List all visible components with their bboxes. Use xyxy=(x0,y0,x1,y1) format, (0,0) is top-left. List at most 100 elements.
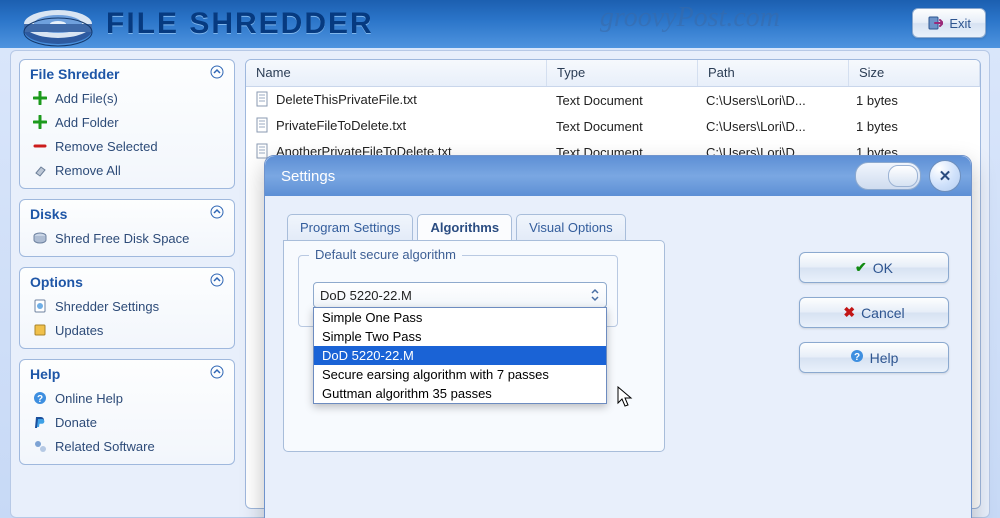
algorithm-combobox[interactable]: DoD 5220-22.M xyxy=(313,282,607,308)
exit-label: Exit xyxy=(949,16,971,31)
col-size[interactable]: Size xyxy=(849,60,980,86)
chevron-up-icon xyxy=(210,273,224,290)
sidebar-item-remove-selected[interactable]: Remove Selected xyxy=(26,134,228,158)
tab-algorithms[interactable]: Algorithms xyxy=(417,214,512,240)
question-icon: ? xyxy=(850,349,864,366)
panel-title: Disks xyxy=(30,206,67,222)
col-type[interactable]: Type xyxy=(547,60,698,86)
group-legend: Default secure algorithm xyxy=(309,247,462,262)
sidebar-item-shredder-settings[interactable]: Shredder Settings xyxy=(26,294,228,318)
cell-type: Text Document xyxy=(546,93,696,108)
svg-text:?: ? xyxy=(854,352,860,363)
sidebar-item-label: Remove Selected xyxy=(55,139,158,154)
default-algorithm-group: Default secure algorithm DoD 5220-22.M S… xyxy=(298,255,618,327)
sidebar-item-label: Donate xyxy=(55,415,97,430)
sidebar-item-remove-all[interactable]: Remove All xyxy=(26,158,228,182)
minus-icon xyxy=(32,138,48,154)
dropdown-option[interactable]: DoD 5220-22.M xyxy=(314,346,606,365)
file-icon xyxy=(256,91,270,110)
file-rows: DeleteThisPrivateFile.txtText DocumentC:… xyxy=(246,87,980,165)
app-title: FILE SHREDDER xyxy=(106,7,374,41)
cell-name: PrivateFileToDelete.txt xyxy=(246,117,546,136)
sidebar-item-add-files[interactable]: Add File(s) xyxy=(26,86,228,110)
settings-actions: ✔ OK ✖ Cancel ?Help xyxy=(799,252,949,373)
algorithm-dropdown[interactable]: Simple One PassSimple Two PassDoD 5220-2… xyxy=(313,307,607,404)
close-icon: ✕ xyxy=(939,167,952,185)
table-row[interactable]: PrivateFileToDelete.txtText DocumentC:\U… xyxy=(246,113,980,139)
tab-page-algorithms: Default secure algorithm DoD 5220-22.M S… xyxy=(283,240,665,452)
sidebar-panel-options: Options Shredder Settings Updates xyxy=(19,267,235,349)
exit-icon xyxy=(927,15,943,31)
sidebar-item-label: Related Software xyxy=(55,439,155,454)
cancel-button[interactable]: ✖ Cancel xyxy=(799,297,949,328)
cell-type: Text Document xyxy=(546,119,696,134)
plus-icon xyxy=(32,90,48,106)
chevron-up-icon xyxy=(210,365,224,382)
sidebar-item-add-folder[interactable]: Add Folder xyxy=(26,110,228,134)
dropdown-option[interactable]: Secure earsing algorithm with 7 passes xyxy=(314,365,606,384)
table-row[interactable]: DeleteThisPrivateFile.txtText DocumentC:… xyxy=(246,87,980,113)
settings-page-icon xyxy=(32,298,48,314)
check-icon: ✔ xyxy=(855,259,867,276)
disk-icon xyxy=(32,230,48,246)
panel-header[interactable]: Options xyxy=(20,268,234,292)
cursor-icon xyxy=(617,386,635,408)
col-name[interactable]: Name xyxy=(246,60,547,86)
sidebar-item-related-software[interactable]: Related Software xyxy=(26,434,228,458)
panel-title: Options xyxy=(30,274,83,290)
sidebar-item-label: Add Folder xyxy=(55,115,119,130)
plus-icon xyxy=(32,114,48,130)
cell-size: 1 bytes xyxy=(846,93,980,108)
dropdown-option[interactable]: Guttman algorithm 35 passes xyxy=(314,384,606,403)
exit-button[interactable]: Exit xyxy=(912,8,986,38)
tab-visual-options[interactable]: Visual Options xyxy=(516,214,626,240)
panel-header[interactable]: Help xyxy=(20,360,234,384)
related-icon xyxy=(32,438,48,454)
panel-title: File Shredder xyxy=(30,66,119,82)
file-icon xyxy=(256,117,270,136)
sidebar-item-label: Updates xyxy=(55,323,103,338)
tab-program-settings[interactable]: Program Settings xyxy=(287,214,413,240)
sidebar-item-label: Remove All xyxy=(55,163,121,178)
sidebar-panel-file-shredder: File Shredder Add File(s) Add Folder xyxy=(19,59,235,189)
combobox-value: DoD 5220-22.M xyxy=(320,288,412,303)
ok-button[interactable]: ✔ OK xyxy=(799,252,949,283)
titlebar-toggle[interactable] xyxy=(855,162,921,190)
svg-text:?: ? xyxy=(37,394,43,405)
sidebar-item-label: Shred Free Disk Space xyxy=(55,231,189,246)
sidebar-item-shred-free-space[interactable]: Shred Free Disk Space xyxy=(26,226,228,250)
sidebar-item-donate[interactable]: Donate xyxy=(26,410,228,434)
chevron-up-icon xyxy=(210,65,224,82)
help-button[interactable]: ?Help xyxy=(799,342,949,373)
dropdown-option[interactable]: Simple Two Pass xyxy=(314,327,606,346)
panel-header[interactable]: Disks xyxy=(20,200,234,224)
settings-title: Settings xyxy=(281,168,335,185)
dropdown-option[interactable]: Simple One Pass xyxy=(314,308,606,327)
col-path[interactable]: Path xyxy=(698,60,849,86)
sidebar-item-updates[interactable]: Updates xyxy=(26,318,228,342)
sidebar-item-label: Online Help xyxy=(55,391,123,406)
app-header: FILE SHREDDER groovyPost.com Exit xyxy=(0,0,1000,48)
sidebar-item-label: Shredder Settings xyxy=(55,299,159,314)
cancel-label: Cancel xyxy=(861,305,905,321)
paypal-icon xyxy=(32,414,48,430)
eraser-icon xyxy=(32,162,48,178)
cell-name: DeleteThisPrivateFile.txt xyxy=(246,91,546,110)
sidebar-item-label: Add File(s) xyxy=(55,91,118,106)
sidebar-item-online-help[interactable]: ? Online Help xyxy=(26,386,228,410)
ok-label: OK xyxy=(873,260,893,276)
panel-header[interactable]: File Shredder xyxy=(20,60,234,84)
column-headers: Name Type Path Size xyxy=(246,60,980,87)
help-icon: ? xyxy=(32,390,48,406)
settings-tabs: Program Settings Algorithms Visual Optio… xyxy=(287,214,953,240)
cell-path: C:\Users\Lori\D... xyxy=(696,119,846,134)
sidebar: File Shredder Add File(s) Add Folder xyxy=(19,59,235,509)
sidebar-panel-help: Help ? Online Help Donate Related Softwa… xyxy=(19,359,235,465)
close-button[interactable]: ✕ xyxy=(929,160,961,192)
x-icon: ✖ xyxy=(843,304,855,321)
spinner-icon xyxy=(590,288,600,302)
settings-titlebar[interactable]: Settings ✕ xyxy=(265,156,971,196)
app-logo: FILE SHREDDER xyxy=(18,0,374,48)
panel-title: Help xyxy=(30,366,60,382)
sidebar-panel-disks: Disks Shred Free Disk Space xyxy=(19,199,235,257)
